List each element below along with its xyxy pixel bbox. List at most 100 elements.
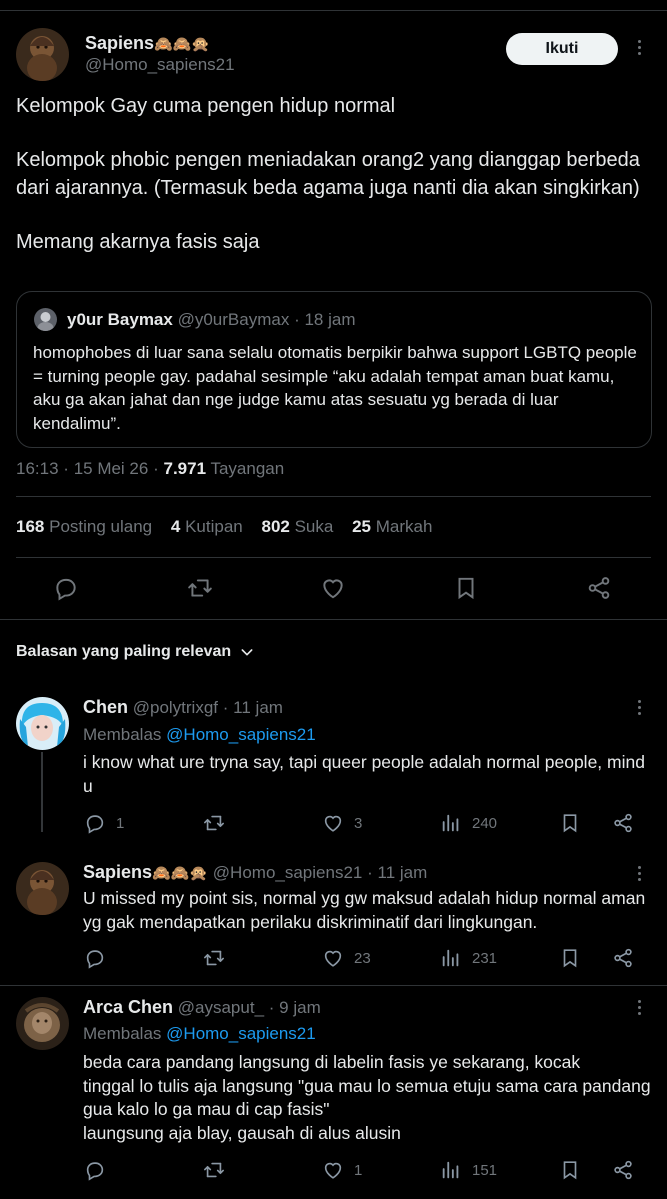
reply-icon — [86, 1162, 104, 1181]
views-action[interactable]: 240 — [440, 812, 497, 834]
author-name[interactable]: Sapiens🙈🙈🙊 — [85, 33, 210, 54]
views-count: 151 — [472, 1161, 498, 1179]
reply-avatar[interactable] — [16, 697, 69, 750]
share-icon[interactable] — [612, 1159, 634, 1181]
quoted-tweet[interactable]: y0ur Baymax @y0urBaymax · 18 jam homopho… — [16, 291, 652, 448]
author-emoji: 🙈🙈🙊 — [154, 35, 211, 53]
author-avatar[interactable] — [16, 28, 69, 81]
views-icon — [442, 1161, 459, 1179]
quote-avatar — [34, 308, 57, 331]
reply-count: 1 — [116, 814, 125, 832]
reply-time: 11 jam — [233, 698, 283, 717]
bookmark-icon[interactable] — [451, 573, 481, 603]
repost-action[interactable] — [203, 812, 225, 834]
reply-text: beda cara pandang langsung di labelin fa… — [83, 1051, 653, 1145]
like-count: 3 — [354, 814, 363, 832]
tweet-paragraph: Memang akarnya fasis saja — [16, 231, 260, 253]
share-icon[interactable] — [612, 947, 634, 969]
reply-avatar[interactable] — [16, 862, 69, 915]
more-icon[interactable] — [636, 700, 642, 715]
author-handle[interactable]: @Homo_sapiens21 — [85, 55, 235, 75]
mention-link[interactable]: @Homo_sapiens21 — [166, 725, 316, 744]
bookmark-icon[interactable] — [559, 947, 581, 969]
repost-icon — [204, 950, 224, 966]
reply-author-handle[interactable]: @aysaput_ — [178, 998, 264, 1017]
reply-header: Chen @polytrixgf · 11 jam — [83, 697, 283, 717]
bookmark-icon[interactable] — [559, 1159, 581, 1181]
like-icon — [324, 1162, 342, 1179]
bookmarks-stat[interactable]: 25 Markah — [352, 517, 432, 536]
views-action[interactable]: 151 — [440, 1159, 497, 1181]
more-icon[interactable] — [636, 866, 642, 881]
reply-text: i know what ure tryna say, tapi queer pe… — [83, 752, 645, 796]
thread-line — [41, 752, 43, 832]
like-icon[interactable] — [318, 573, 348, 603]
reply-action[interactable]: 1 — [84, 812, 124, 834]
sort-label: Balasan yang paling relevan — [16, 643, 232, 660]
reply-author-name[interactable]: Chen — [83, 697, 128, 717]
divider — [0, 985, 667, 986]
repost-action[interactable] — [203, 1159, 225, 1181]
repost-icon — [204, 815, 224, 831]
like-action[interactable]: 3 — [322, 812, 362, 834]
follow-button[interactable]: Ikuti — [506, 33, 618, 65]
more-icon[interactable] — [636, 1000, 642, 1015]
quote-author-handle: @y0urBaymax — [177, 310, 290, 329]
tweet-time[interactable]: 16:13 — [16, 459, 59, 478]
reply-icon — [86, 950, 104, 969]
more-icon[interactable] — [636, 40, 642, 55]
reposts-stat[interactable]: 168 Posting ulang — [16, 517, 152, 536]
quotes-stat[interactable]: 4 Kutipan — [171, 517, 243, 536]
reply-action[interactable] — [84, 1159, 106, 1181]
reply-icon — [86, 815, 104, 834]
repost-icon[interactable] — [185, 573, 215, 603]
reply-text-line: beda cara pandang langsung di labelin fa… — [83, 1052, 581, 1072]
like-action[interactable]: 1 — [322, 1159, 362, 1181]
share-icon[interactable] — [584, 573, 614, 603]
like-action[interactable]: 23 — [322, 947, 371, 969]
views-count: 7.971 — [163, 459, 207, 478]
views-action[interactable]: 231 — [440, 947, 497, 969]
bookmark-icon[interactable] — [559, 812, 581, 834]
divider — [0, 619, 667, 620]
tweet-text: Kelompok Gay cuma pengen hidup normal Ke… — [16, 92, 646, 256]
top-divider — [0, 10, 667, 11]
like-count: 1 — [354, 1161, 363, 1179]
views-icon — [442, 949, 459, 967]
reply-author-handle[interactable]: @Homo_sapiens21 — [213, 863, 363, 882]
repost-action[interactable] — [203, 947, 225, 969]
reply-text-line: tinggal lo tulis aja langsung "gua mau l… — [83, 1075, 651, 1120]
reply-author-name[interactable]: Arca Chen — [83, 997, 173, 1017]
quote-author-name: y0ur Baymax — [67, 310, 173, 329]
reply-header: Arca Chen @aysaput_ · 9 jam — [83, 997, 321, 1017]
reply-header: Sapiens🙈🙈🙊 @Homo_sapiens21 · 11 jam — [83, 862, 428, 882]
reply-time: 9 jam — [279, 998, 321, 1017]
reply-avatar[interactable] — [16, 997, 69, 1050]
reply-sort-selector[interactable]: Balasan yang paling relevan — [16, 643, 255, 661]
chevron-down-icon — [241, 649, 253, 656]
tweet-paragraph: Kelompok Gay cuma pengen hidup normal — [16, 95, 396, 117]
likes-stat[interactable]: 802 Suka — [261, 517, 333, 536]
reply-action[interactable] — [84, 947, 106, 969]
reply-time: 11 jam — [377, 863, 428, 882]
tweet-paragraph: Kelompok phobic pengen meniadakan orang2… — [16, 149, 640, 199]
reply-icon[interactable] — [51, 573, 81, 603]
reply-author-handle[interactable]: @polytrixgf — [133, 698, 218, 717]
replying-to: Membalas @Homo_sapiens21 — [83, 725, 316, 744]
tweet-date[interactable]: 15 Mei 26 — [74, 459, 149, 478]
mention-link[interactable]: @Homo_sapiens21 — [166, 1024, 316, 1043]
reply-text: U missed my point sis, normal yg gw maks… — [83, 888, 646, 932]
quote-text: homophobes di luar sana selalu otomatis … — [33, 343, 637, 433]
tweet-stats: 168 Posting ulang 4 Kutipan 802 Suka 25 … — [16, 517, 446, 537]
like-count: 23 — [354, 949, 371, 967]
views-label: Tayangan — [210, 459, 285, 478]
divider — [16, 557, 651, 558]
replying-to: Membalas @Homo_sapiens21 — [83, 1024, 316, 1043]
repost-icon — [204, 1162, 224, 1178]
like-icon — [324, 950, 342, 967]
tweet-meta: 16:13 · 15 Mei 26 · 7.971 Tayangan — [16, 459, 285, 478]
share-icon[interactable] — [612, 812, 634, 834]
views-count: 240 — [472, 814, 498, 832]
like-icon — [324, 815, 342, 832]
reply-author-name[interactable]: Sapiens🙈🙈🙊 — [83, 862, 208, 882]
